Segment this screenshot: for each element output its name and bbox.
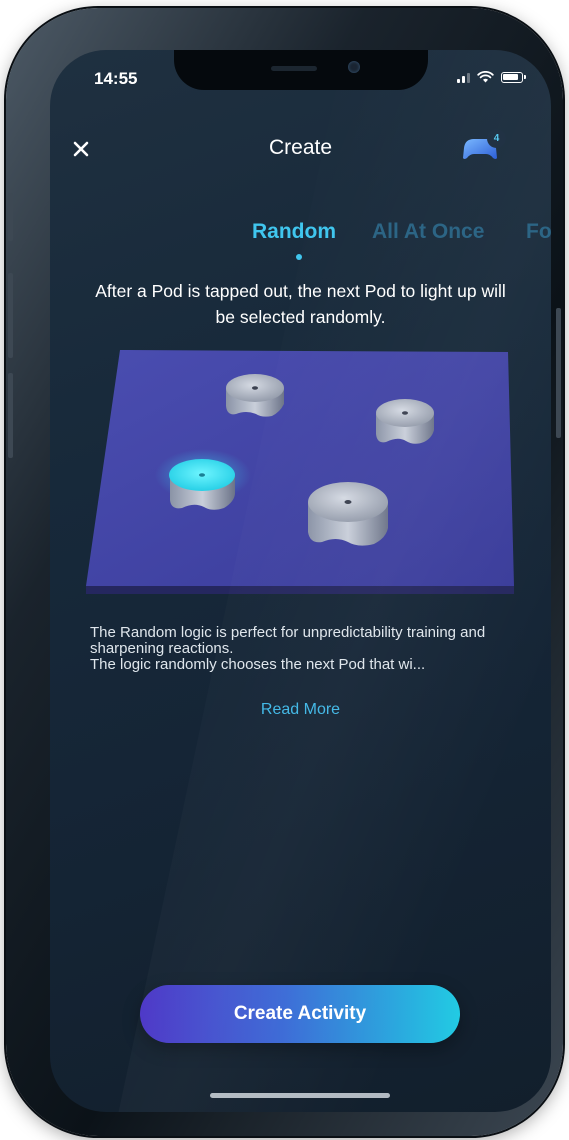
read-more-link[interactable]: Read More	[50, 701, 551, 719]
tab-random[interactable]: Random	[252, 220, 336, 244]
active-tab-indicator	[296, 254, 302, 260]
pod-top-right	[376, 399, 434, 444]
signal-icon	[457, 71, 470, 83]
home-indicator[interactable]	[210, 1093, 390, 1098]
power-button	[556, 308, 561, 438]
floor-mat-edge	[86, 586, 514, 594]
status-icons	[457, 71, 526, 83]
pod-bottom-center	[308, 482, 388, 546]
description-line-2: The logic randomly chooses the next Pod …	[90, 657, 426, 673]
mode-subtitle: After a Pod is tapped out, the next Pod …	[95, 281, 506, 327]
app-screen: 14:55 Create 4 Random All At Once Fo Aft…	[50, 50, 551, 1112]
mode-tabs: Random All At Once Fo	[50, 220, 551, 244]
speaker-grille	[271, 66, 317, 71]
volume-up-button	[8, 273, 13, 358]
wifi-icon	[477, 71, 494, 83]
pod-top-left	[226, 374, 284, 417]
volume-down-button	[8, 373, 13, 458]
phone-frame: 14:55 Create 4 Random All At Once Fo Aft…	[6, 8, 563, 1136]
pod-count-badge: 4	[487, 129, 506, 148]
notch	[174, 50, 428, 90]
connected-pods-button[interactable]: 4	[460, 128, 510, 168]
pods-illustration	[86, 350, 514, 594]
floor-mat	[86, 350, 514, 586]
camera-icon	[348, 61, 360, 73]
tab-fo[interactable]: Fo	[526, 220, 551, 244]
tab-all-at-once[interactable]: All At Once	[372, 220, 484, 244]
mute-switch	[8, 193, 13, 241]
mode-description: The Random logic is perfect for unpredic…	[90, 625, 520, 673]
create-activity-button[interactable]: Create Activity	[140, 985, 460, 1043]
battery-icon	[501, 71, 526, 83]
description-line-1: The Random logic is perfect for unpredic…	[90, 624, 486, 657]
status-time: 14:55	[94, 69, 138, 88]
